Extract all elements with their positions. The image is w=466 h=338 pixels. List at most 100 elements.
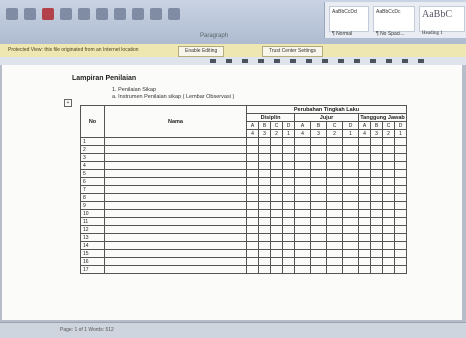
score-cell[interactable] — [326, 137, 343, 146]
score-cell[interactable] — [310, 225, 327, 234]
score-cell[interactable] — [370, 145, 383, 154]
score-cell[interactable] — [326, 201, 343, 210]
score-cell[interactable] — [310, 249, 327, 258]
score-cell[interactable] — [310, 265, 327, 274]
score-cell[interactable] — [394, 249, 407, 258]
score-cell[interactable] — [310, 193, 327, 202]
score-cell[interactable] — [258, 241, 271, 250]
score-cell[interactable] — [382, 249, 395, 258]
score-cell[interactable] — [394, 145, 407, 154]
score-cell[interactable] — [282, 185, 295, 194]
score-cell[interactable] — [342, 185, 359, 194]
score-cell[interactable] — [370, 177, 383, 186]
score-cell[interactable] — [382, 177, 395, 186]
score-cell[interactable] — [246, 177, 259, 186]
score-cell[interactable] — [342, 257, 359, 266]
line-spacing-icon[interactable] — [132, 8, 144, 20]
score-cell[interactable] — [258, 137, 271, 146]
score-cell[interactable] — [326, 265, 343, 274]
score-cell[interactable] — [294, 265, 311, 274]
score-cell[interactable] — [294, 217, 311, 226]
score-cell[interactable] — [394, 241, 407, 250]
name-cell[interactable] — [104, 161, 247, 170]
align-left-icon[interactable] — [60, 8, 72, 20]
score-cell[interactable] — [358, 217, 371, 226]
bullets-icon[interactable] — [6, 8, 18, 20]
score-cell[interactable] — [310, 185, 327, 194]
score-cell[interactable] — [370, 241, 383, 250]
score-cell[interactable] — [294, 257, 311, 266]
score-cell[interactable] — [342, 145, 359, 154]
score-cell[interactable] — [326, 225, 343, 234]
score-cell[interactable] — [382, 233, 395, 242]
style-normal[interactable]: AaBbCcDd ¶ Normal — [329, 6, 369, 37]
score-cell[interactable] — [294, 185, 311, 194]
score-cell[interactable] — [270, 153, 283, 162]
score-cell[interactable] — [342, 249, 359, 258]
score-cell[interactable] — [342, 265, 359, 274]
score-cell[interactable] — [342, 137, 359, 146]
score-cell[interactable] — [358, 185, 371, 194]
score-cell[interactable] — [342, 233, 359, 242]
score-cell[interactable] — [370, 217, 383, 226]
score-cell[interactable] — [258, 201, 271, 210]
name-cell[interactable] — [104, 169, 247, 178]
score-cell[interactable] — [326, 161, 343, 170]
score-cell[interactable] — [326, 249, 343, 258]
score-cell[interactable] — [282, 137, 295, 146]
score-cell[interactable] — [382, 257, 395, 266]
score-cell[interactable] — [294, 193, 311, 202]
score-cell[interactable] — [358, 153, 371, 162]
score-cell[interactable] — [282, 153, 295, 162]
score-cell[interactable] — [326, 217, 343, 226]
score-cell[interactable] — [342, 217, 359, 226]
name-cell[interactable] — [104, 249, 247, 258]
score-cell[interactable] — [394, 209, 407, 218]
score-cell[interactable] — [270, 161, 283, 170]
score-cell[interactable] — [358, 257, 371, 266]
score-cell[interactable] — [258, 177, 271, 186]
table-move-handle[interactable]: + — [64, 99, 72, 107]
score-cell[interactable] — [246, 249, 259, 258]
score-cell[interactable] — [394, 153, 407, 162]
score-cell[interactable] — [370, 233, 383, 242]
score-cell[interactable] — [282, 257, 295, 266]
score-cell[interactable] — [246, 209, 259, 218]
score-cell[interactable] — [294, 209, 311, 218]
score-cell[interactable] — [294, 161, 311, 170]
score-cell[interactable] — [358, 161, 371, 170]
score-cell[interactable] — [270, 257, 283, 266]
score-cell[interactable] — [270, 185, 283, 194]
score-cell[interactable] — [382, 185, 395, 194]
score-cell[interactable] — [342, 177, 359, 186]
score-cell[interactable] — [370, 137, 383, 146]
score-cell[interactable] — [246, 201, 259, 210]
score-cell[interactable] — [394, 225, 407, 234]
score-cell[interactable] — [394, 185, 407, 194]
score-cell[interactable] — [382, 241, 395, 250]
numbering-icon[interactable] — [24, 8, 36, 20]
score-cell[interactable] — [326, 145, 343, 154]
score-cell[interactable] — [294, 249, 311, 258]
score-cell[interactable] — [270, 193, 283, 202]
score-cell[interactable] — [310, 145, 327, 154]
score-cell[interactable] — [310, 201, 327, 210]
score-cell[interactable] — [326, 177, 343, 186]
score-cell[interactable] — [342, 241, 359, 250]
score-cell[interactable] — [282, 193, 295, 202]
score-cell[interactable] — [270, 209, 283, 218]
score-cell[interactable] — [258, 161, 271, 170]
score-cell[interactable] — [282, 265, 295, 274]
name-cell[interactable] — [104, 233, 247, 242]
score-cell[interactable] — [246, 153, 259, 162]
score-cell[interactable] — [358, 137, 371, 146]
name-cell[interactable] — [104, 209, 247, 218]
score-cell[interactable] — [326, 169, 343, 178]
name-cell[interactable] — [104, 177, 247, 186]
score-cell[interactable] — [358, 233, 371, 242]
score-cell[interactable] — [270, 265, 283, 274]
score-cell[interactable] — [310, 137, 327, 146]
score-cell[interactable] — [258, 265, 271, 274]
score-cell[interactable] — [370, 185, 383, 194]
font-color-icon[interactable] — [42, 8, 54, 20]
